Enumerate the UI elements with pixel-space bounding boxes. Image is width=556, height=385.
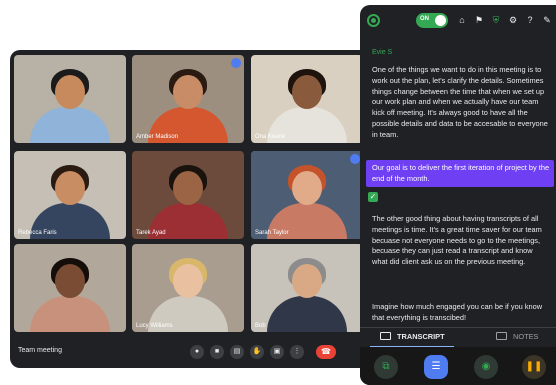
document-icon[interactable]: ☰: [424, 355, 448, 379]
participant-face: [55, 171, 85, 205]
participant-face: [55, 264, 85, 298]
camera-capture-icon[interactable]: ◉: [474, 355, 498, 379]
microphone-icon[interactable]: ●: [190, 345, 204, 359]
camera-icon[interactable]: ■: [210, 345, 224, 359]
pin-icon[interactable]: [231, 58, 241, 68]
participant-tile[interactable]: Tarek Ayad: [132, 151, 244, 239]
shield-icon[interactable]: ⛨: [490, 14, 502, 26]
help-icon[interactable]: ?: [524, 14, 536, 26]
highlighted-text: Our goal is to deliver the first iterati…: [372, 163, 550, 183]
transcript-paragraph: The other good thing about having transc…: [372, 214, 542, 267]
tab-transcript-label: TRANSCRIPT: [397, 332, 445, 341]
participant-grid: Amber Madison Ona Keane Rebecca Faris Tarek…: [14, 55, 363, 336]
speaker-name: Evie S: [372, 49, 393, 56]
share-icon[interactable]: ⧉: [374, 355, 398, 379]
transcript-icon: [380, 332, 391, 340]
participant-face: [173, 75, 203, 109]
tab-transcript[interactable]: TRANSCRIPT: [380, 332, 445, 341]
transcript-paragraph: One of the things we want to do in this …: [372, 65, 548, 139]
participant-tile[interactable]: Rebecca Faris: [14, 151, 126, 239]
end-call-button[interactable]: ☎: [316, 345, 336, 359]
pin-icon[interactable]: [350, 154, 360, 164]
present-screen-icon[interactable]: ▣: [270, 345, 284, 359]
meeting-control-bar: Team meeting ● ■ ▤ ✋ ▣ ⋮ ☎: [10, 336, 370, 368]
tab-notes-label: NOTES: [513, 332, 539, 341]
participant-face: [55, 75, 85, 109]
transcript-panel: ON ⌂ ⚑ ⛨ ⚙ ? ✎ Evie S One of the things …: [360, 5, 556, 385]
panel-header: ON ⌂ ⚑ ⛨ ⚙ ? ✎: [360, 5, 556, 35]
participant-tile[interactable]: Sarah Taylor: [251, 151, 363, 239]
notes-icon: [496, 332, 507, 340]
participant-tile[interactable]: Lucy Williams: [132, 244, 244, 332]
participant-name: Lucy Williams: [136, 323, 173, 329]
participant-face: [292, 264, 322, 298]
pause-icon[interactable]: ❚❚: [522, 355, 546, 379]
transcript-body: Evie S One of the things we want to do i…: [360, 41, 556, 327]
participant-tile[interactable]: [14, 55, 126, 143]
edit-icon[interactable]: ✎: [541, 14, 553, 26]
more-options-icon[interactable]: ⋮: [290, 345, 304, 359]
participant-tile[interactable]: Ona Keane: [251, 55, 363, 143]
participant-name: Sarah Taylor: [255, 230, 289, 236]
meeting-title: Team meeting: [18, 347, 62, 354]
participant-name: Ona Keane: [255, 134, 286, 140]
participant-name: Rebecca Faris: [18, 230, 57, 236]
participant-name: Amber Madison: [136, 134, 179, 140]
panel-tabs: TRANSCRIPT NOTES: [360, 327, 556, 348]
highlighted-quote[interactable]: Our goal is to deliver the first iterati…: [366, 160, 554, 187]
meet-window: Amber Madison Ona Keane Rebecca Faris Tarek…: [10, 50, 370, 368]
participant-tile[interactable]: [14, 244, 126, 332]
toggle-label: ON: [420, 16, 429, 22]
transcript-paragraph: Imagine how much engaged you can be if y…: [372, 302, 543, 322]
participant-tile[interactable]: Bob: [251, 244, 363, 332]
tab-notes[interactable]: NOTES: [496, 332, 538, 341]
participant-name: Bob: [255, 323, 266, 329]
raise-hand-icon[interactable]: ✋: [250, 345, 264, 359]
transcription-toggle[interactable]: ON: [416, 13, 448, 28]
settings-icon[interactable]: ⚙: [507, 14, 519, 26]
toggle-knob: [435, 15, 446, 26]
captions-icon[interactable]: ▤: [230, 345, 244, 359]
home-icon[interactable]: ⌂: [456, 14, 468, 26]
app-logo-icon: [367, 14, 380, 27]
participant-face: [173, 264, 203, 298]
participant-name: Tarek Ayad: [136, 230, 166, 236]
participant-face: [173, 171, 203, 205]
participant-face: [292, 75, 322, 109]
participant-tile[interactable]: Amber Madison: [132, 55, 244, 143]
bookmark-icon[interactable]: ⚑: [473, 14, 485, 26]
panel-action-bar: ⧉ ☰ ◉ ❚❚: [360, 347, 556, 385]
participant-face: [292, 171, 322, 205]
checkbox-icon[interactable]: ✓: [368, 192, 378, 202]
